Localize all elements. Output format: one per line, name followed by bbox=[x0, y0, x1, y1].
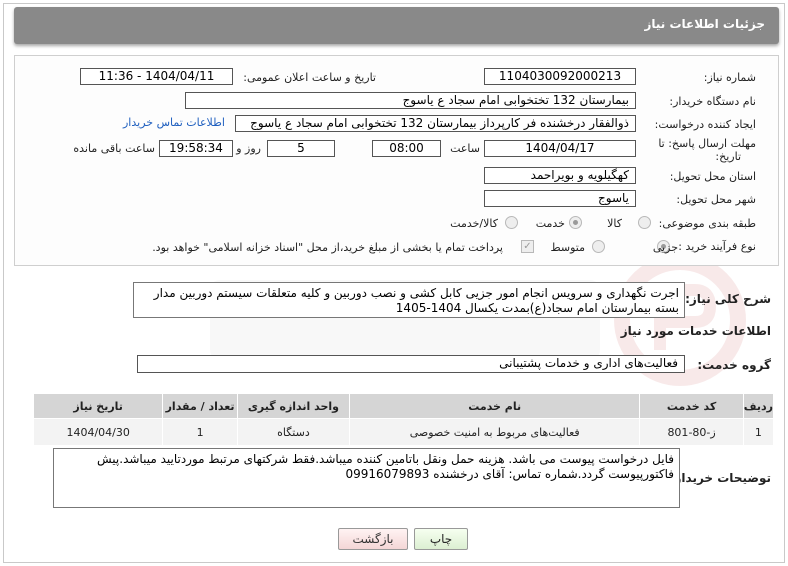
col-unit: واحد اندازه گیری bbox=[236, 393, 351, 419]
cell-qty: 1 bbox=[162, 418, 238, 446]
col-qty: تعداد / مقدار bbox=[162, 393, 238, 419]
summary-textarea[interactable]: اجرت نگهداری و سرویس انجام امور جزیی کاب… bbox=[133, 282, 685, 318]
back-button[interactable]: بازگشت bbox=[338, 528, 408, 550]
process-medium-radio[interactable] bbox=[592, 240, 605, 253]
col-row: ردیف bbox=[742, 393, 775, 419]
category-goods-service-radio[interactable] bbox=[505, 216, 518, 229]
col-name: نام خدمت bbox=[348, 393, 641, 419]
deadline-time-label: ساعت bbox=[450, 142, 480, 155]
cell-unit: دستگاه bbox=[236, 418, 351, 446]
page-header: جزئیات اطلاعات نیاز bbox=[14, 7, 779, 44]
treasury-payment-note: پرداخت تمام یا بخشی از مبلغ خرید،از محل … bbox=[152, 241, 503, 254]
requester-field: ذوالفقار درخشنده فر کارپرداز بیمارستان 1… bbox=[235, 115, 636, 132]
need-number-label: شماره نیاز: bbox=[703, 71, 756, 84]
category-goods-radio[interactable] bbox=[638, 216, 651, 229]
need-number-field: 1104030092000213 bbox=[484, 68, 636, 85]
deadline-label: مهلت ارسال پاسخ: تا bbox=[658, 137, 756, 150]
deadline-time-field: 08:00 bbox=[372, 140, 441, 157]
category-service-label: خدمت bbox=[535, 217, 565, 230]
summary-label: شرح کلی نیاز: bbox=[685, 292, 771, 306]
deadline-date-label: تاریخ: bbox=[715, 150, 741, 163]
buyer-notes-label: توضیحات خریدار: bbox=[669, 471, 771, 485]
city-label: شهر محل تحویل: bbox=[676, 193, 756, 206]
announce-date-field: 1404/04/11 - 11:36 bbox=[80, 68, 233, 85]
page-title: جزئیات اطلاعات نیاز bbox=[644, 17, 765, 31]
category-label: طبقه بندی موضوعی: bbox=[658, 217, 756, 230]
services-table-header: ردیف کد خدمت نام خدمت واحد اندازه گیری ت… bbox=[32, 393, 775, 419]
cell-name: فعالیت‌های مربوط به امنیت خصوصی bbox=[348, 418, 641, 446]
announce-date-label: تاریخ و ساعت اعلان عمومی: bbox=[243, 71, 376, 84]
category-service-radio[interactable] bbox=[569, 216, 582, 229]
services-table: ردیف کد خدمت نام خدمت واحد اندازه گیری ت… bbox=[32, 393, 775, 446]
need-info-panel bbox=[14, 55, 779, 266]
services-section-title: اطلاعات خدمات مورد نیاز bbox=[620, 324, 771, 338]
requester-label: ایجاد کننده درخواست: bbox=[654, 118, 756, 131]
cell-row: 1 bbox=[742, 418, 775, 446]
process-minor-label: جزیی bbox=[652, 241, 678, 254]
service-group-field: فعالیت‌های اداری و خدمات پشتیبانی bbox=[137, 355, 685, 373]
deadline-date-field: 1404/04/17 bbox=[484, 140, 636, 157]
col-code: کد خدمت bbox=[639, 393, 744, 419]
category-goods-service-label: کالا/خدمت bbox=[450, 217, 498, 230]
process-type-label: نوع فرآیند خرید : bbox=[678, 240, 756, 253]
province-label: استان محل تحویل: bbox=[669, 170, 756, 183]
process-medium-label: متوسط bbox=[550, 241, 585, 254]
table-row: 1 ز-80-801 فعالیت‌های مربوط به امنیت خصو… bbox=[32, 418, 775, 446]
remaining-time-label: ساعت باقی مانده bbox=[73, 142, 155, 155]
service-group-label: گروه خدمت: bbox=[697, 358, 771, 372]
buyer-notes-textarea[interactable]: فایل درخواست پیوست می باشد. هزینه حمل ون… bbox=[53, 448, 680, 508]
province-field: کهگیلویه و بویراحمد bbox=[484, 167, 636, 184]
city-field: یاسوج bbox=[484, 190, 636, 207]
print-button[interactable]: چاپ bbox=[414, 528, 468, 550]
days-label: روز و bbox=[236, 142, 261, 155]
buyer-name-field: بیمارستان 132 تختخوابی امام سجاد ع یاسوج bbox=[185, 92, 636, 109]
remaining-time-field: 19:58:34 bbox=[159, 140, 233, 157]
col-date: تاریخ نیاز bbox=[32, 393, 164, 419]
category-goods-label: کالا bbox=[607, 217, 622, 230]
cell-code: ز-80-801 bbox=[639, 418, 744, 446]
buyer-contact-link[interactable]: اطلاعات تماس خریدار bbox=[123, 116, 225, 129]
treasury-payment-checkbox[interactable]: ✓ bbox=[521, 240, 534, 253]
days-remaining-field: 5 bbox=[267, 140, 335, 157]
cell-date: 1404/04/30 bbox=[32, 418, 164, 446]
buyer-name-label: نام دستگاه خریدار: bbox=[669, 95, 756, 108]
